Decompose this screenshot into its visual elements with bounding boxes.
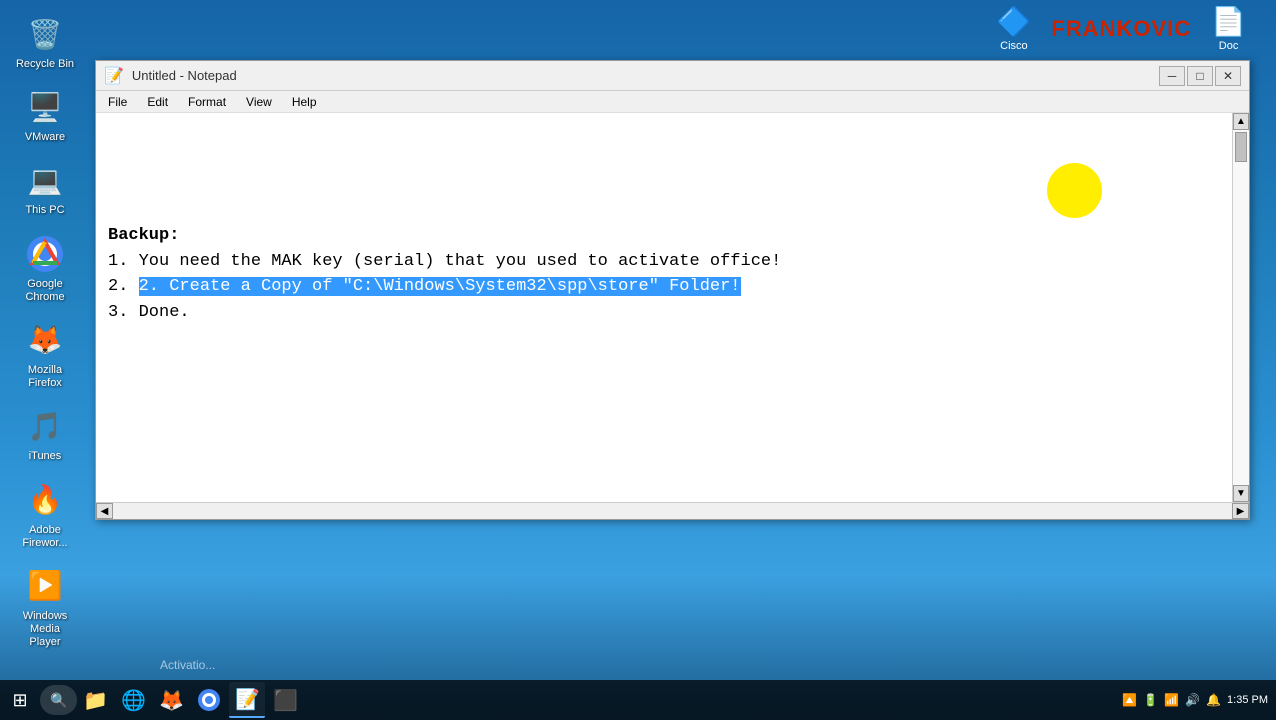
menu-file[interactable]: File bbox=[100, 93, 135, 111]
notepad-titlebar: 📝 Untitled - Notepad ─ □ ✕ bbox=[96, 61, 1249, 91]
notepad-window-icon: 📝 bbox=[104, 66, 124, 86]
titlebar-controls: ─ □ ✕ bbox=[1159, 66, 1241, 86]
close-button[interactable]: ✕ bbox=[1215, 66, 1241, 86]
tray-notifications-icon[interactable]: 🔔 bbox=[1206, 693, 1221, 707]
search-icon: 🔍 bbox=[50, 692, 67, 709]
taskbar-chrome[interactable] bbox=[191, 682, 227, 718]
scroll-thumb-vertical[interactable] bbox=[1235, 132, 1247, 162]
itunes-label: iTunes bbox=[29, 450, 62, 463]
thispc-icon: 💻 bbox=[25, 160, 65, 200]
search-bar[interactable]: 🔍 bbox=[40, 685, 77, 715]
taskbar-notepad[interactable]: 📝 bbox=[229, 682, 265, 718]
windows-media-player-icon: ▶️ bbox=[25, 566, 65, 606]
line2-number: 2. bbox=[108, 277, 139, 296]
desktop: 🗑️ Recycle Bin 🖥️ VMware 💻 This PC bbox=[0, 0, 1276, 720]
notepad-line-1: 1. You need the MAK key (serial) that yo… bbox=[108, 249, 1220, 275]
scroll-up-button[interactable]: ▲ bbox=[1233, 113, 1249, 130]
taskbar-cmd[interactable]: ⬛ bbox=[267, 682, 303, 718]
notepad-text-area[interactable]: Backup: 1. You need the MAK key (serial)… bbox=[96, 113, 1232, 502]
doc-brand-icon: 📄 Doc bbox=[1211, 5, 1246, 52]
notepad-line-2-selected: 2. Create a Copy of "C:\Windows\System32… bbox=[139, 277, 741, 296]
desktop-icon-mozilla-firefox[interactable]: 🦊 Mozilla Firefox bbox=[10, 316, 80, 394]
menu-view[interactable]: View bbox=[238, 93, 280, 111]
taskbar-firefox[interactable]: 🦊 bbox=[153, 682, 189, 718]
notepad-content[interactable]: Backup: 1. You need the MAK key (serial)… bbox=[96, 113, 1249, 502]
scroll-left-button[interactable]: ◀ bbox=[96, 503, 113, 519]
doc-icon: 📄 bbox=[1211, 5, 1246, 38]
desktop-icon-recycle-bin[interactable]: 🗑️ Recycle Bin bbox=[10, 10, 80, 75]
tray-battery-icon: 🔋 bbox=[1143, 693, 1158, 707]
menu-help[interactable]: Help bbox=[284, 93, 325, 111]
menu-format[interactable]: Format bbox=[180, 93, 234, 111]
desktop-icon-this-pc[interactable]: 💻 This PC bbox=[10, 156, 80, 221]
vmware-label: VMware bbox=[25, 131, 65, 144]
adobe-fireworks-label: Adobe Firewor... bbox=[14, 524, 76, 550]
scroll-right-button[interactable]: ▶ bbox=[1232, 503, 1249, 519]
tray-network-icon: 📶 bbox=[1164, 693, 1179, 707]
vmware-icon: 🖥️ bbox=[25, 87, 65, 127]
desktop-icons-container: 🗑️ Recycle Bin 🖥️ VMware 💻 This PC bbox=[0, 0, 90, 663]
minimize-button[interactable]: ─ bbox=[1159, 66, 1185, 86]
recycle-bin-label: Recycle Bin bbox=[16, 58, 74, 71]
windows-media-player-label: Windows Media Player bbox=[14, 610, 76, 650]
titlebar-left: 📝 Untitled - Notepad bbox=[104, 66, 237, 86]
cisco-icon: 🔷 bbox=[996, 5, 1031, 38]
yellow-circle-annotation bbox=[1047, 163, 1102, 218]
desktop-icon-itunes[interactable]: 🎵 iTunes bbox=[10, 402, 80, 467]
firefox-label: Mozilla Firefox bbox=[14, 364, 76, 390]
scroll-down-button[interactable]: ▼ bbox=[1233, 485, 1249, 502]
recycle-bin-icon: 🗑️ bbox=[25, 14, 65, 54]
desktop-icon-vmware[interactable]: 🖥️ VMware bbox=[10, 83, 80, 148]
maximize-button[interactable]: □ bbox=[1187, 66, 1213, 86]
system-tray: 🔼 🔋 📶 🔊 🔔 1:35 PM bbox=[1122, 693, 1276, 707]
horizontal-scrollbar[interactable]: ◀ ▶ bbox=[96, 502, 1249, 519]
branding-area: 🔷 Cisco FRANKOVIC 📄 Doc bbox=[996, 5, 1246, 52]
desktop-icon-google-chrome[interactable]: Google Chrome bbox=[10, 230, 80, 308]
doc-label: Doc bbox=[1219, 40, 1239, 52]
start-button[interactable]: ⊞ bbox=[0, 680, 40, 720]
taskbar-file-explorer[interactable]: 📁 bbox=[77, 682, 113, 718]
notepad-menu: File Edit Format View Help bbox=[96, 91, 1249, 113]
cisco-label: Cisco bbox=[1000, 40, 1028, 52]
desktop-icon-windows-media-player[interactable]: ▶️ Windows Media Player bbox=[10, 562, 80, 654]
taskbar: ⊞ 🔍 📁 🌐 🦊 📝 ⬛ 🔼 🔋 📶 bbox=[0, 680, 1276, 720]
chrome-label: Google Chrome bbox=[14, 278, 76, 304]
notepad-title: Untitled - Notepad bbox=[132, 68, 237, 83]
windows-logo-icon: ⊞ bbox=[12, 690, 27, 711]
thispc-label: This PC bbox=[25, 204, 64, 217]
notepad-line-3: 3. Done. bbox=[108, 300, 1220, 326]
tray-show-hidden-icons[interactable]: 🔼 bbox=[1122, 693, 1137, 707]
vertical-scrollbar[interactable]: ▲ ▼ bbox=[1232, 113, 1249, 502]
taskbar-apps: 📁 🌐 🦊 📝 ⬛ bbox=[77, 682, 1122, 718]
notepad-line-2: 2. 2. Create a Copy of "C:\Windows\Syste… bbox=[108, 274, 1220, 300]
chrome-icon bbox=[25, 234, 65, 274]
notepad-window: 📝 Untitled - Notepad ─ □ ✕ File Edit For… bbox=[95, 60, 1250, 520]
scroll-track-vertical[interactable] bbox=[1233, 130, 1249, 485]
adobe-fireworks-icon: 🔥 bbox=[25, 480, 65, 520]
taskbar-edge[interactable]: 🌐 bbox=[115, 682, 151, 718]
frankovic-brand-text: FRANKOVIC bbox=[1051, 16, 1191, 42]
system-clock: 1:35 PM bbox=[1227, 693, 1268, 707]
desktop-icon-adobe-fireworks[interactable]: 🔥 Adobe Firewor... bbox=[10, 476, 80, 554]
firefox-icon: 🦊 bbox=[25, 320, 65, 360]
cisco-brand-icon: 🔷 Cisco bbox=[996, 5, 1031, 52]
tray-volume-icon: 🔊 bbox=[1185, 693, 1200, 707]
clock-time: 1:35 PM bbox=[1227, 693, 1268, 707]
activation-label: Activatio... bbox=[160, 658, 215, 672]
menu-edit[interactable]: Edit bbox=[139, 93, 176, 111]
backup-heading: Backup: bbox=[108, 223, 1220, 249]
itunes-icon: 🎵 bbox=[25, 406, 65, 446]
